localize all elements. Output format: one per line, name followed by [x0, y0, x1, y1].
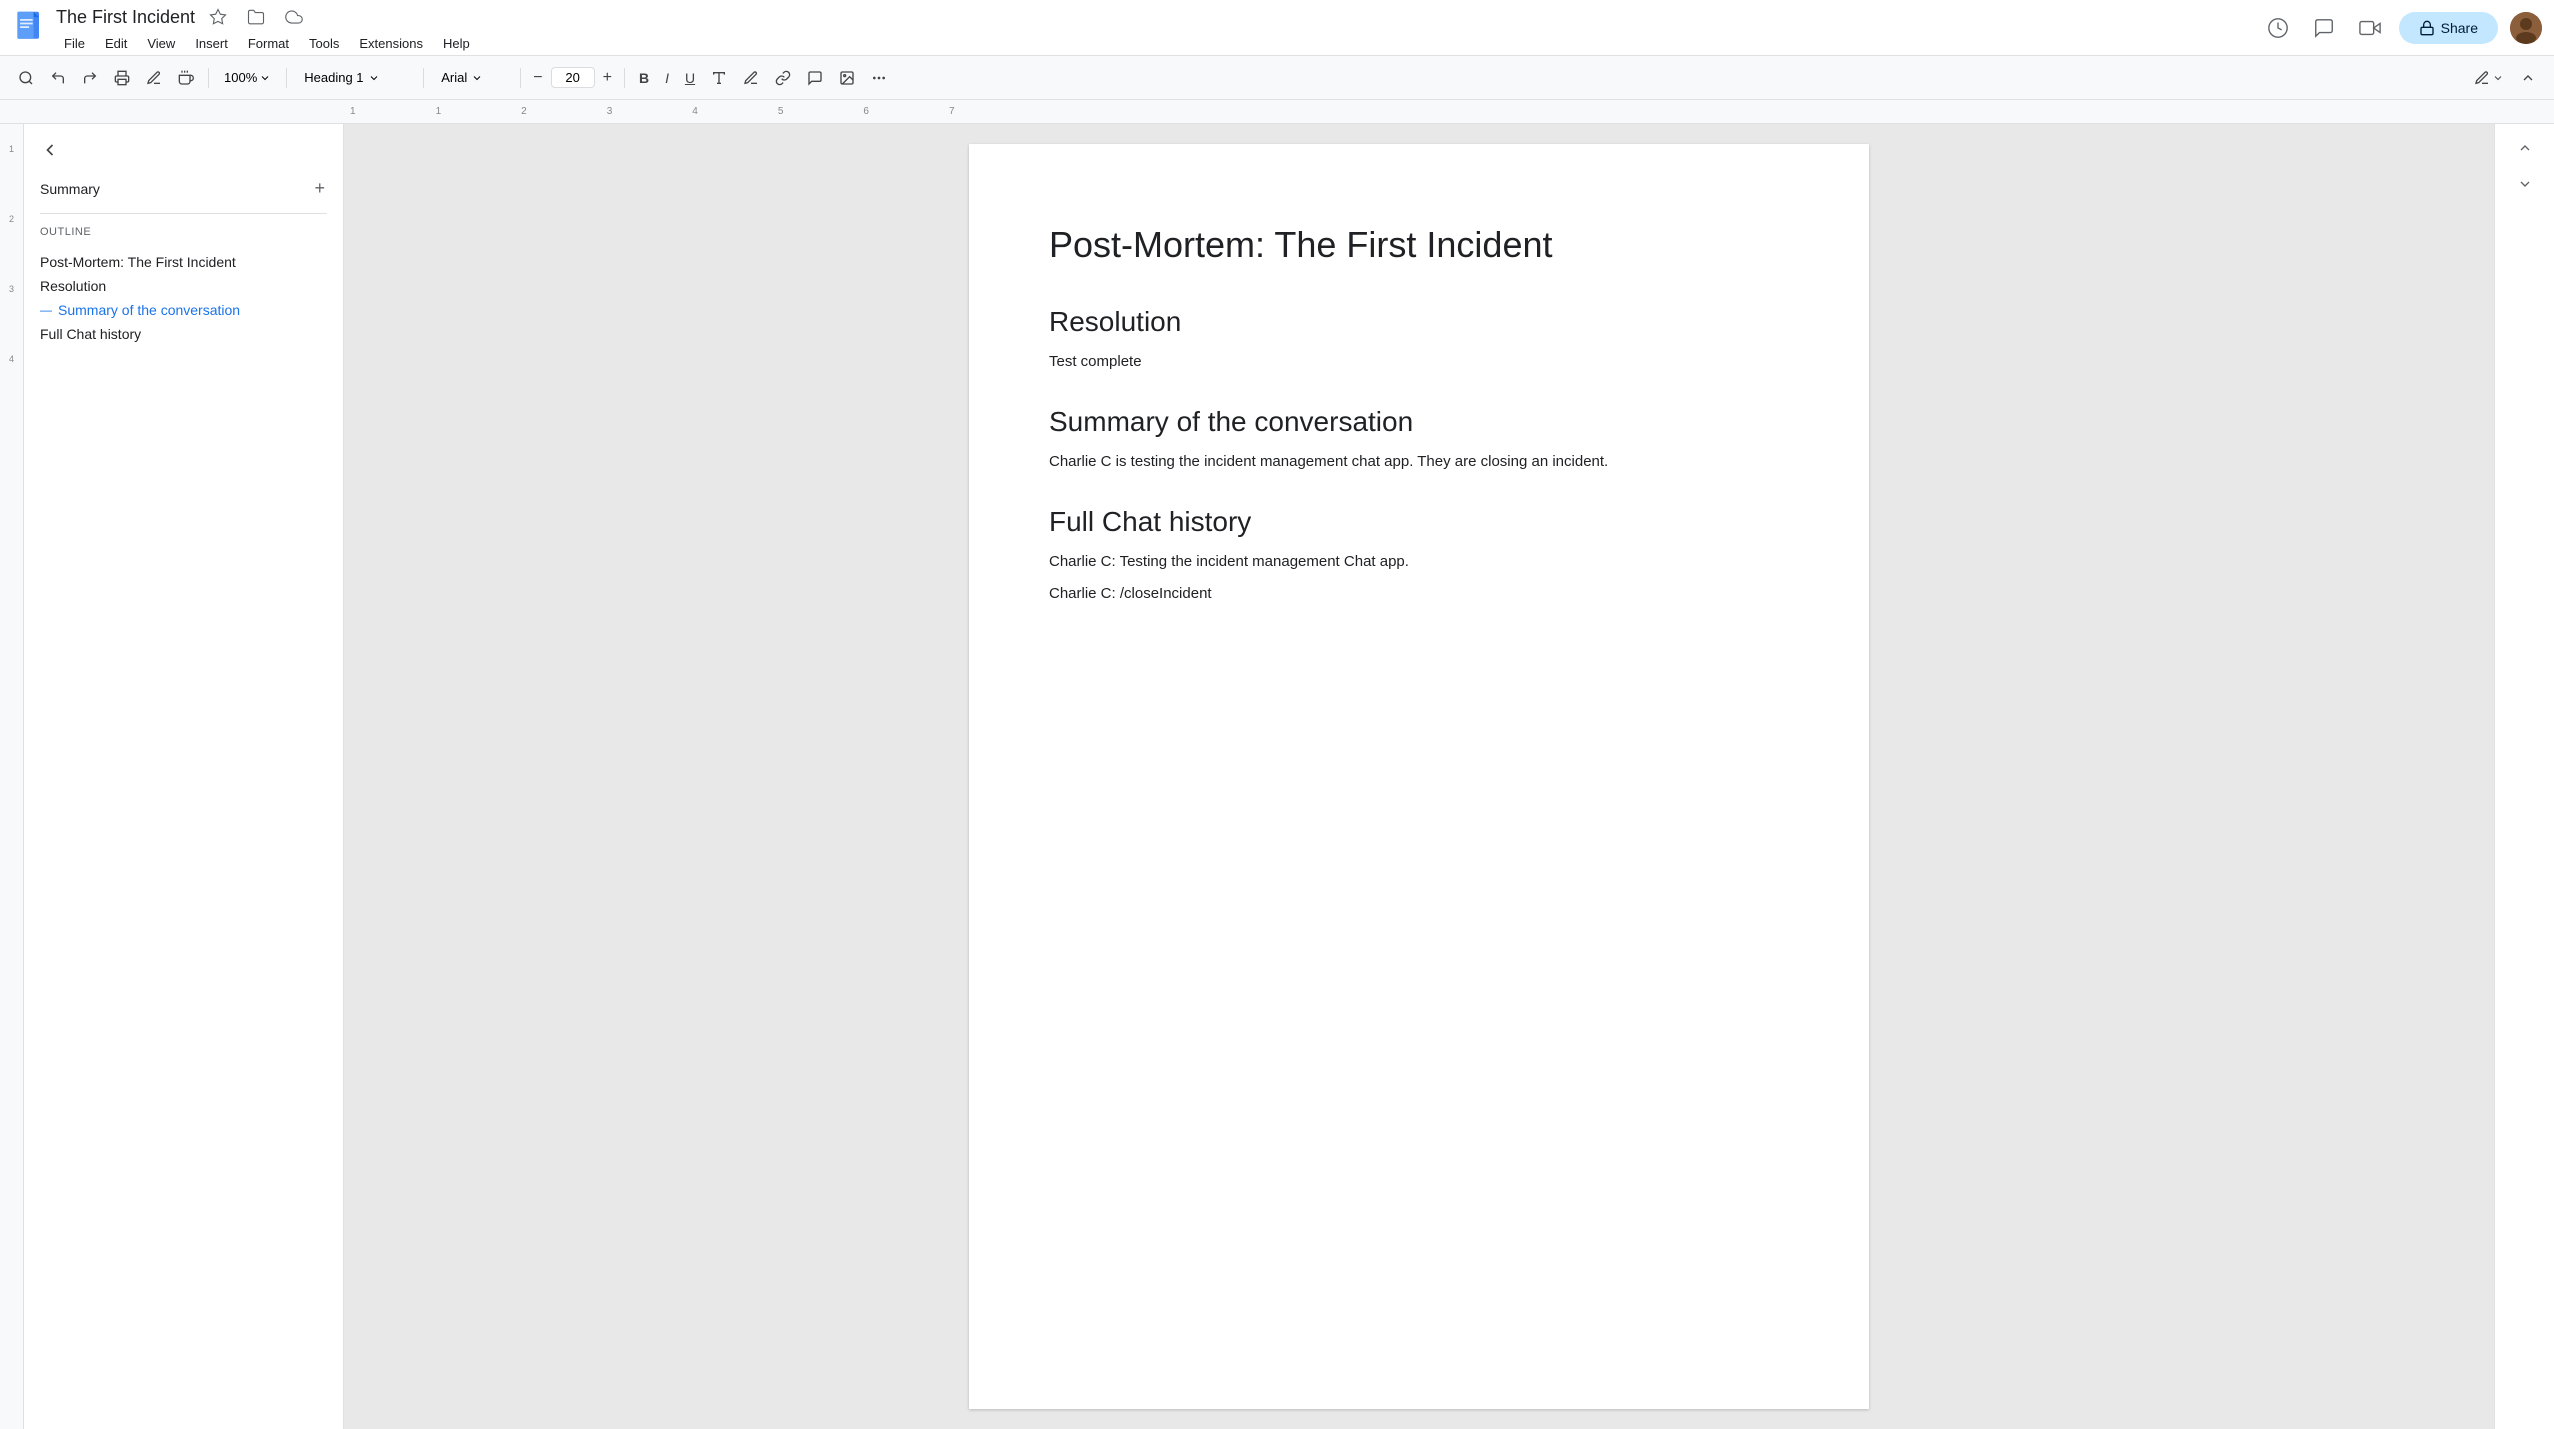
spellcheck-button[interactable] [140, 66, 168, 90]
page: Post-Mortem: The First Incident Resoluti… [969, 144, 1869, 1409]
right-panel-scroll-up[interactable] [2509, 132, 2541, 164]
menu-extensions[interactable]: Extensions [351, 34, 431, 53]
sidebar-divider [40, 213, 327, 214]
right-panel [2494, 124, 2554, 1429]
sidebar: Summary + Outline Post-Mortem: The First… [24, 124, 344, 1429]
highlight-button[interactable] [737, 66, 765, 90]
outline-list: Post-Mortem: The First IncidentResolutio… [40, 250, 327, 346]
document-title[interactable]: The First Incident [56, 7, 195, 28]
sep-3 [423, 68, 424, 88]
menu-help[interactable]: Help [435, 34, 478, 53]
print-button[interactable] [108, 66, 136, 90]
font-value: Arial [441, 70, 467, 85]
sep-4 [520, 68, 521, 88]
sep-2 [286, 68, 287, 88]
underline-label: U [685, 70, 695, 86]
sep-5 [624, 68, 625, 88]
toolbar: 100% Heading 1 Arial − + B I U [0, 56, 2554, 100]
left-ruler: 1 2 3 4 [0, 124, 24, 1429]
format-paint-button[interactable] [172, 66, 200, 90]
resolution-heading: Resolution [1049, 306, 1789, 338]
menu-view[interactable]: View [139, 34, 183, 53]
link-button[interactable] [769, 66, 797, 90]
star-button[interactable] [203, 2, 233, 32]
style-value: Heading 1 [304, 70, 363, 85]
outline-item-1[interactable]: Post-Mortem: The First Incident [40, 250, 327, 274]
outline-label: Outline [40, 226, 327, 238]
italic-button[interactable]: I [659, 66, 675, 90]
outline-item-4[interactable]: Full Chat history [40, 322, 327, 346]
user-avatar[interactable] [2510, 12, 2542, 44]
cloud-button[interactable] [279, 2, 309, 32]
top-bar: The First Incident File Edit View Inse [0, 0, 2554, 56]
undo-button[interactable] [44, 66, 72, 90]
italic-label: I [665, 70, 669, 86]
folder-button[interactable] [241, 2, 271, 32]
share-button[interactable]: Share [2399, 12, 2498, 44]
chat-line-2: Charlie C: /closeIncident [1049, 582, 1789, 606]
doc-main-title: Post-Mortem: The First Incident [1049, 224, 1789, 266]
sidebar-add-button[interactable]: + [312, 176, 327, 201]
chat-line-1: Charlie C: Testing the incident manageme… [1049, 550, 1789, 574]
text-color-button[interactable] [705, 66, 733, 90]
section-resolution: Resolution Test complete [1049, 306, 1789, 374]
summary-heading: Summary of the conversation [1049, 406, 1789, 438]
sidebar-back-button[interactable] [40, 140, 327, 160]
menu-format[interactable]: Format [240, 34, 297, 53]
resolution-content: Test complete [1049, 350, 1789, 374]
menu-edit[interactable]: Edit [97, 34, 135, 53]
outline-item-2[interactable]: Resolution [40, 274, 327, 298]
share-label: Share [2441, 20, 2478, 36]
history-button[interactable] [2261, 11, 2295, 45]
comments-button[interactable] [2307, 11, 2341, 45]
font-size-decrease[interactable]: − [529, 67, 546, 89]
outline-item-3[interactable]: Summary of the conversation [40, 298, 327, 322]
menu-file[interactable]: File [56, 34, 93, 53]
document-area[interactable]: Post-Mortem: The First Incident Resoluti… [344, 124, 2494, 1429]
section-chat: Full Chat history Charlie C: Testing the… [1049, 506, 1789, 606]
title-area: The First Incident File Edit View Inse [56, 2, 2261, 53]
bold-label: B [639, 70, 649, 86]
summary-content: Charlie C is testing the incident manage… [1049, 450, 1789, 474]
bold-button[interactable]: B [633, 66, 655, 90]
menu-bar: File Edit View Insert Format Tools Exten… [56, 34, 2261, 53]
font-dropdown[interactable]: Arial [432, 67, 512, 88]
edit-mode-button[interactable] [2468, 66, 2510, 90]
redo-button[interactable] [76, 66, 104, 90]
comment-inline-button[interactable] [801, 66, 829, 90]
top-right-actions: Share [2261, 11, 2542, 45]
meet-button[interactable] [2353, 11, 2387, 45]
menu-tools[interactable]: Tools [301, 34, 347, 53]
chat-heading: Full Chat history [1049, 506, 1789, 538]
font-size-input[interactable] [551, 67, 595, 88]
font-size-increase[interactable]: + [599, 67, 616, 89]
collapse-toolbar-button[interactable] [2514, 66, 2542, 90]
zoom-selector[interactable]: 100% [217, 67, 278, 88]
image-button[interactable] [833, 66, 861, 90]
zoom-value: 100% [224, 70, 257, 85]
right-panel-scroll-down[interactable] [2509, 168, 2541, 200]
underline-button[interactable]: U [679, 66, 701, 90]
menu-insert[interactable]: Insert [187, 34, 236, 53]
sidebar-section-title: Summary [40, 181, 100, 197]
ruler: 1 1 2 3 4 5 6 7 [0, 100, 2554, 124]
section-summary: Summary of the conversation Charlie C is… [1049, 406, 1789, 474]
main-layout: 1 2 3 4 Summary + Outline Post-Mortem: T… [0, 124, 2554, 1429]
sep-1 [208, 68, 209, 88]
sidebar-section-header: Summary + [40, 176, 327, 201]
title-icons [203, 2, 309, 32]
docs-icon [12, 10, 48, 46]
style-dropdown[interactable]: Heading 1 [295, 67, 415, 88]
search-toolbar-button[interactable] [12, 66, 40, 90]
more-toolbar-button[interactable] [865, 66, 893, 90]
